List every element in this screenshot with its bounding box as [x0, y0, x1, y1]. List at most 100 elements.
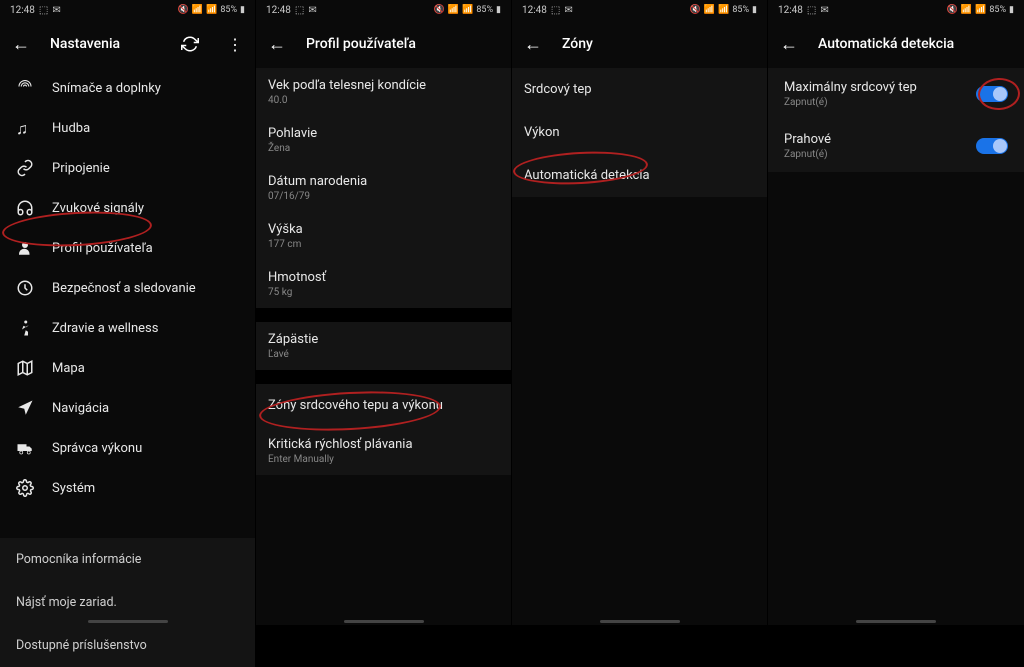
item-auto-detect[interactable]: Automatická detekcia: [512, 154, 767, 197]
more-icon[interactable]: ⋮: [227, 35, 243, 54]
label: Hudba: [52, 121, 90, 136]
value: 40.0: [268, 95, 495, 106]
item-birthdate[interactable]: Dátum narodenia 07/16/79: [256, 164, 511, 212]
back-icon[interactable]: ←: [12, 34, 30, 55]
item-heartrate[interactable]: Srdcový tep: [512, 68, 767, 111]
title: Automatická detekcia: [524, 168, 751, 183]
app-bar: ← Zóny: [512, 20, 767, 68]
app-bar: ← Nastavenia ⋮: [0, 20, 255, 68]
status-time: 12:48: [778, 5, 803, 16]
status-bar: 12:48 ⬚ ✉ 🔇 📶 📶 85% ▮: [256, 0, 511, 20]
footer-find[interactable]: Nájsť moje zariad.: [0, 581, 255, 624]
item-user-profile[interactable]: Profil používateľa: [0, 228, 255, 268]
nav-bar-hint: [88, 620, 168, 623]
label: Systém: [52, 481, 95, 496]
label: Snímače a doplnky: [52, 81, 161, 96]
battery-icon: ▮: [752, 5, 757, 15]
item-safety[interactable]: Bezpečnosť a sledovanie: [0, 268, 255, 308]
refresh-icon[interactable]: [181, 35, 199, 53]
battery-text: 85%: [476, 5, 493, 15]
nav-bar-hint: [344, 620, 424, 623]
title: Prahové: [784, 132, 831, 147]
item-hr-zones[interactable]: Zóny srdcového tepu a výkonu: [256, 384, 511, 427]
item-wrist[interactable]: Zápästie Ľavé: [256, 322, 511, 370]
title: Srdcový tep: [524, 82, 751, 97]
mute-icon: 🔇: [690, 5, 701, 15]
sensor-icon: [16, 79, 34, 97]
label: Profil používateľa: [52, 241, 153, 256]
value: 07/16/79: [268, 191, 495, 202]
signal-icon: 📶: [718, 5, 729, 15]
item-sensors[interactable]: Snímače a doplnky: [0, 68, 255, 108]
profile-list: Vek podľa telesnej kondície 40.0 Pohlavi…: [256, 68, 511, 475]
label: Dostupné príslušenstvo: [16, 638, 147, 653]
item-health[interactable]: Zdravie a wellness: [0, 308, 255, 348]
toggle-threshold[interactable]: Prahové Zapnut(é): [768, 120, 1024, 172]
item-navigation[interactable]: Navigácia: [0, 388, 255, 428]
title: Zóny srdcového tepu a výkonu: [268, 398, 495, 413]
safety-icon: [16, 279, 34, 297]
status-bar: 12:48 ⬚ ✉ 🔇 📶 📶 85% ▮: [768, 0, 1024, 20]
item-music[interactable]: ♫ Hudba: [0, 108, 255, 148]
value: Zapnut(é): [784, 97, 917, 108]
value: Ľavé: [268, 349, 495, 360]
title: Výkon: [524, 125, 751, 140]
battery-icon: ▮: [1009, 5, 1014, 15]
picture-icon: ⬚: [807, 5, 816, 16]
user-icon: [16, 239, 34, 257]
title: Pohlavie: [268, 126, 495, 141]
item-system[interactable]: Systém: [0, 468, 255, 508]
label: Navigácia: [52, 401, 109, 416]
footer-help[interactable]: Pomocníka informácie: [0, 538, 255, 581]
item-height[interactable]: Výška 177 cm: [256, 212, 511, 260]
panel-profile: 12:48 ⬚ ✉ 🔇 📶 📶 85% ▮ ← Profil používate…: [256, 0, 512, 625]
page-title: Automatická detekcia: [818, 36, 1012, 52]
title: Kritická rýchlosť plávania: [268, 437, 495, 452]
picture-icon: ⬚: [295, 5, 304, 16]
item-power[interactable]: Správca výkonu: [0, 428, 255, 468]
signal-icon: 📶: [704, 5, 715, 15]
title: Hmotnosť: [268, 270, 495, 285]
item-swim-speed[interactable]: Kritická rýchlosť plávania Enter Manuall…: [256, 427, 511, 475]
page-title: Nastavenia: [50, 36, 161, 52]
map-icon: [16, 359, 34, 377]
toggle-switch[interactable]: [976, 138, 1008, 154]
status-time: 12:48: [266, 5, 291, 16]
label: Nájsť moje zariad.: [16, 595, 117, 610]
msg-icon: ✉: [564, 5, 572, 16]
walk-icon: [16, 319, 34, 337]
item-connection[interactable]: Pripojenie: [0, 148, 255, 188]
nav-bar-hint: [856, 620, 936, 623]
status-time: 12:48: [10, 5, 35, 16]
toggle-max-hr[interactable]: Maximálny srdcový tep Zapnut(é): [768, 68, 1024, 120]
back-icon[interactable]: ←: [524, 34, 542, 55]
signal-icon: 📶: [192, 5, 203, 15]
truck-icon: [16, 439, 34, 457]
item-sounds[interactable]: Zvukové signály: [0, 188, 255, 228]
battery-text: 85%: [732, 5, 749, 15]
item-fitness-age[interactable]: Vek podľa telesnej kondície 40.0: [256, 68, 511, 116]
battery-icon: ▮: [496, 5, 501, 15]
value: 177 cm: [268, 239, 495, 250]
label: Zvukové signály: [52, 201, 144, 216]
value: Enter Manually: [268, 454, 495, 465]
msg-icon: ✉: [52, 5, 60, 16]
footer-accessories[interactable]: Dostupné príslušenstvo: [0, 624, 255, 667]
item-gender[interactable]: Pohlavie Žena: [256, 116, 511, 164]
toggle-switch[interactable]: [976, 86, 1008, 102]
item-map[interactable]: Mapa: [0, 348, 255, 388]
label: Bezpečnosť a sledovanie: [52, 281, 196, 296]
back-icon[interactable]: ←: [268, 34, 286, 55]
status-bar: 12:48 ⬚ ✉ 🔇 📶 📶 85% ▮: [512, 0, 767, 20]
settings-list: Snímače a doplnky ♫ Hudba Pripojenie Zvu…: [0, 68, 255, 667]
label: Zdravie a wellness: [52, 321, 158, 336]
item-weight[interactable]: Hmotnosť 75 kg: [256, 260, 511, 308]
status-bar: 12:48 ⬚ ✉ 🔇 📶 📶 85% ▮: [0, 0, 255, 20]
back-icon[interactable]: ←: [780, 34, 798, 55]
item-power[interactable]: Výkon: [512, 111, 767, 154]
value: 75 kg: [268, 287, 495, 298]
signal-icon: 📶: [462, 5, 473, 15]
title: Zápästie: [268, 332, 495, 347]
label: Správca výkonu: [52, 441, 142, 456]
panel-zones: 12:48 ⬚ ✉ 🔇 📶 📶 85% ▮ ← Zóny Srdcový tep…: [512, 0, 768, 625]
